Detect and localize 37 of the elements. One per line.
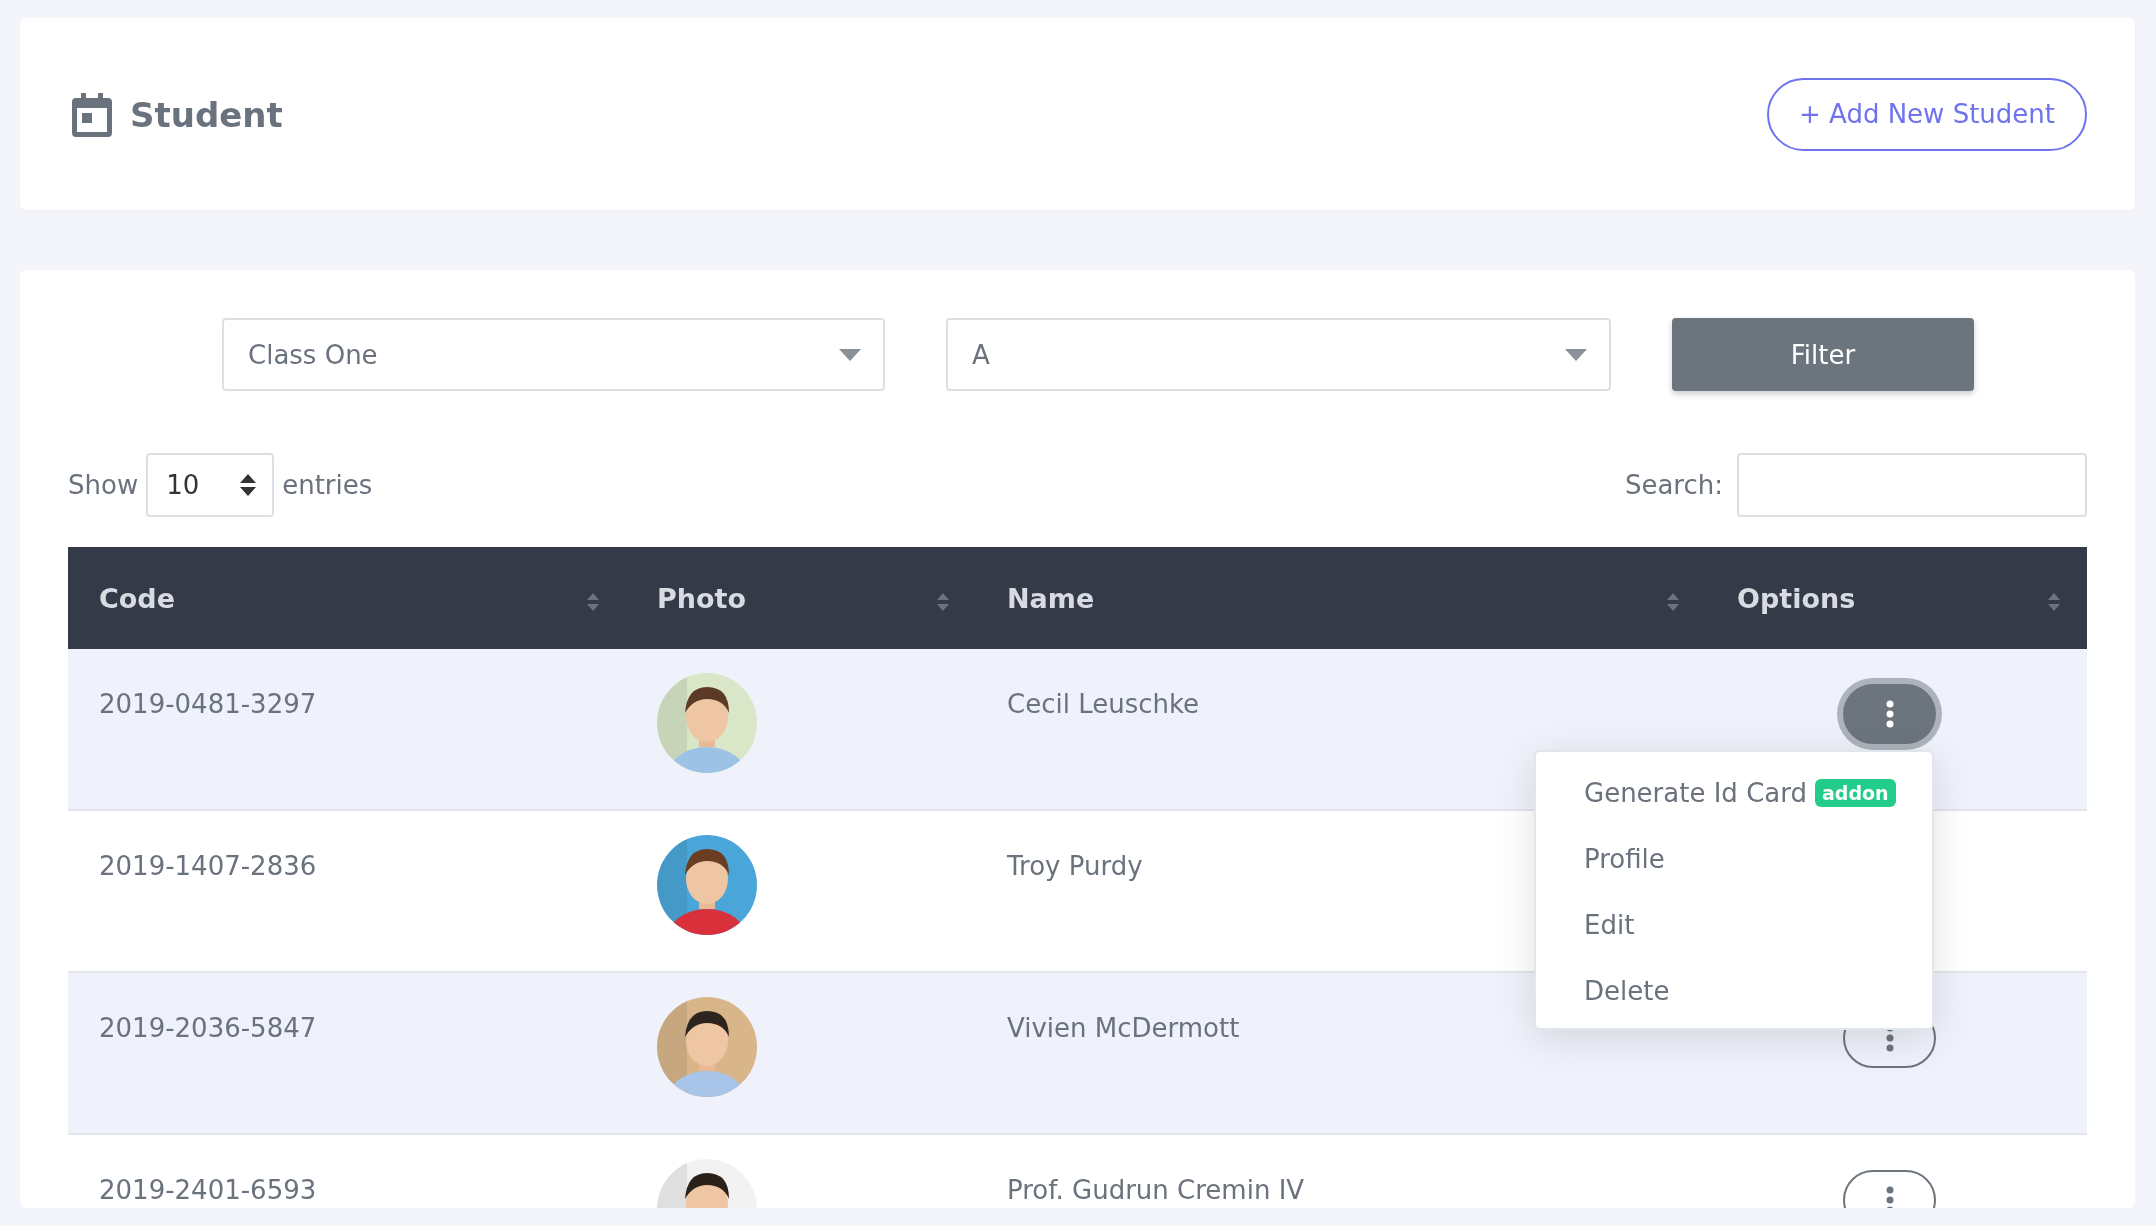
name-cell: Prof. Gudrun Cremin IV <box>1007 1175 1305 1205</box>
spinner-icon <box>240 474 257 496</box>
menu-item[interactable]: Profile <box>1584 844 1665 874</box>
menu-item[interactable]: Edit <box>1584 910 1635 940</box>
class-select[interactable]: Class One <box>222 318 885 391</box>
menu-item[interactable]: Delete <box>1584 976 1670 1006</box>
column-header: Name <box>1007 582 1095 614</box>
sort-icon[interactable] <box>2047 592 2061 612</box>
entries-select[interactable]: 10 <box>146 453 275 517</box>
code-cell: 2019-2036-5847 <box>99 1013 317 1043</box>
add-student-button[interactable]: + Add New Student <box>1767 77 2087 151</box>
caret-icon <box>1565 348 1587 361</box>
code-cell: 2019-1407-2836 <box>99 851 317 881</box>
search-label: Search: <box>1624 470 1723 500</box>
code-cell: 2019-0481-3297 <box>99 689 317 719</box>
search-field[interactable] <box>1737 453 2087 517</box>
calendar-icon <box>72 93 112 137</box>
name-cell: Cecil Leuschke <box>1007 689 1200 719</box>
page-title: Student <box>130 95 283 135</box>
more-icon <box>1885 700 1894 728</box>
filter-button[interactable]: Filter <box>1672 318 1974 391</box>
show-label: Show <box>68 470 139 500</box>
addon-badge: addon <box>1814 779 1896 807</box>
sort-icon[interactable] <box>586 592 600 612</box>
sort-icon[interactable] <box>1666 592 1680 612</box>
column-header: Code <box>99 582 175 614</box>
name-cell: Troy Purdy <box>1007 851 1143 881</box>
code-cell: 2019-2401-6593 <box>99 1175 317 1205</box>
section-select[interactable]: A <box>946 318 1611 391</box>
name-cell: Vivien McDermott <box>1007 1013 1240 1043</box>
caret-icon <box>839 348 861 361</box>
menu-item[interactable]: Generate Id Card <box>1584 778 1807 808</box>
more-icon <box>1885 1186 1894 1208</box>
entries-label: entries <box>282 470 373 500</box>
column-header: Photo <box>657 582 746 614</box>
sort-icon[interactable] <box>936 592 950 612</box>
column-header: Options <box>1737 582 1856 614</box>
